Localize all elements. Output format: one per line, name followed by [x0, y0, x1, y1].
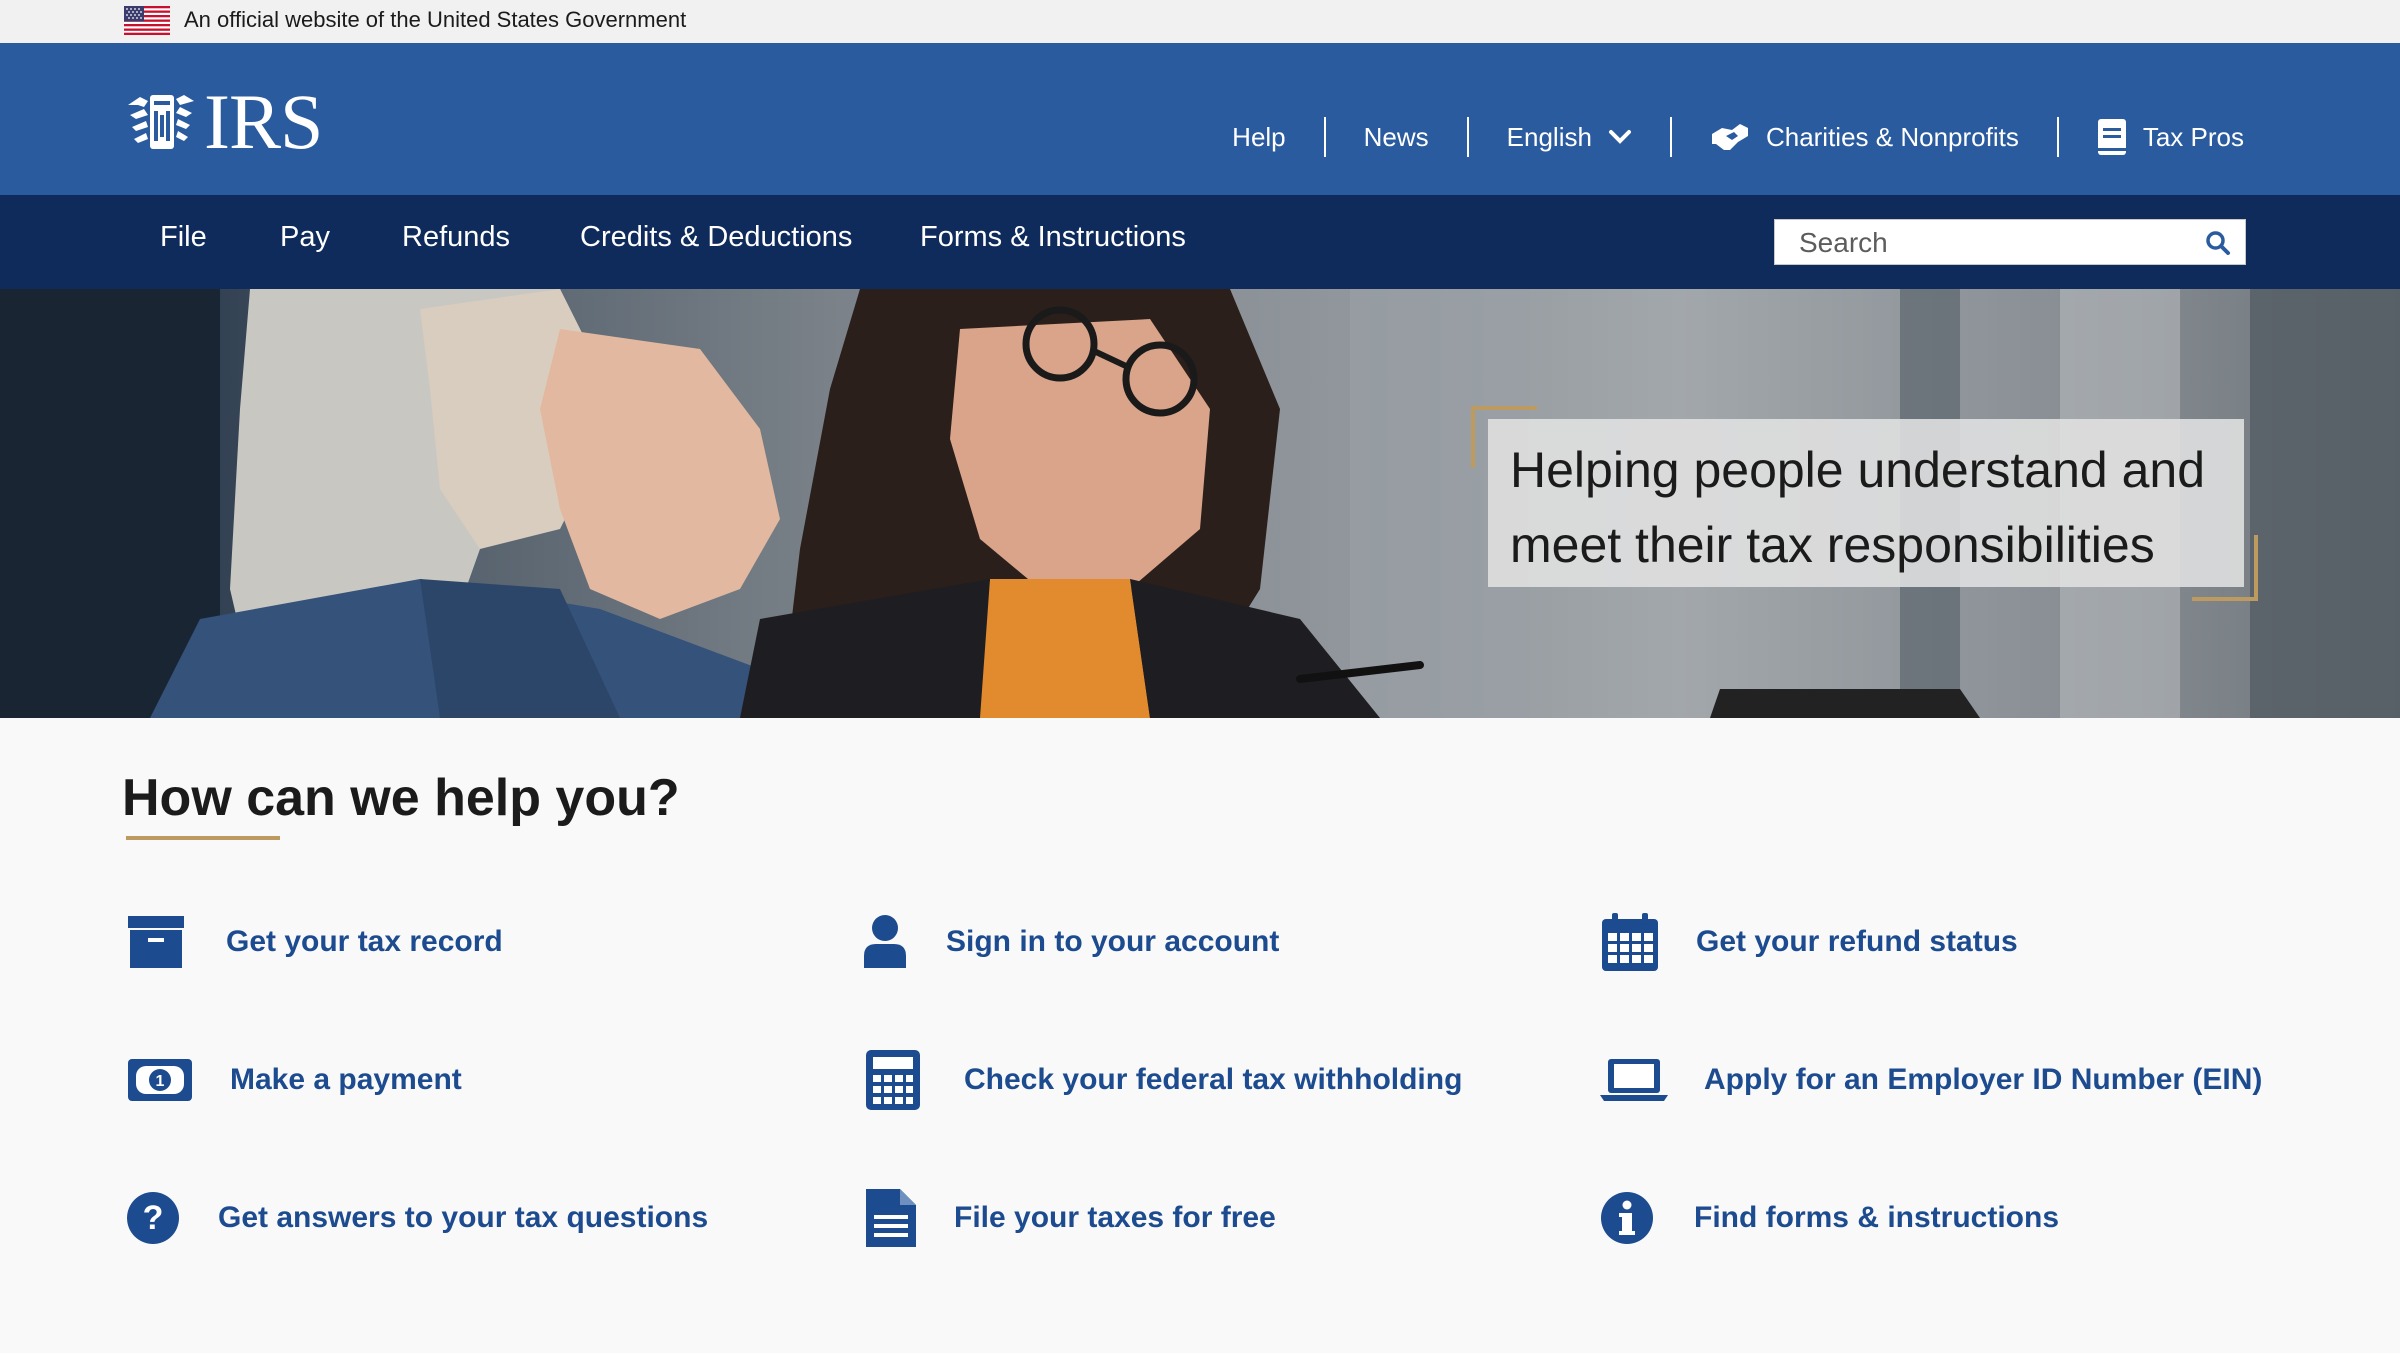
archive-box-icon — [126, 910, 226, 974]
help-heading: How can we help you? — [122, 769, 680, 827]
news-link-label: News — [1363, 121, 1429, 152]
tax-questions-link[interactable]: ? Get answers to your tax questions — [126, 1186, 708, 1250]
tax-questions-label: Get answers to your tax questions — [218, 1201, 709, 1234]
find-forms-link[interactable]: Find forms & instructions — [1600, 1186, 2059, 1250]
help-section: How can we help you? Get your tax record… — [0, 718, 2400, 1353]
nav-file[interactable]: File — [160, 221, 207, 254]
sign-in-account-link[interactable]: Sign in to your account — [862, 910, 1279, 974]
make-payment-link[interactable]: 1 Make a payment — [126, 1048, 462, 1112]
user-icon — [862, 910, 946, 974]
language-dropdown[interactable]: English — [1466, 117, 1670, 157]
utility-nav: Help News English Charities & Nonprofits — [1232, 113, 2244, 161]
site-header: IRS Help News English Charities & Nonpro… — [0, 43, 2400, 195]
tax-withholding-link[interactable]: Check your federal tax withholding — [864, 1048, 1462, 1112]
handshake-icon — [1711, 124, 1748, 150]
svg-text:1: 1 — [156, 1073, 165, 1090]
refund-status-link[interactable]: Get your refund status — [1600, 910, 2018, 974]
help-link-label: Help — [1232, 121, 1286, 152]
search-box — [1774, 219, 2246, 265]
gov-banner-text: An official website of the United States… — [184, 7, 687, 32]
apply-ein-link[interactable]: Apply for an Employer ID Number (EIN) — [1600, 1048, 2262, 1112]
calculator-icon — [864, 1048, 964, 1112]
info-circle-icon — [1600, 1186, 1694, 1250]
nav-credits-deductions[interactable]: Credits & Deductions — [580, 221, 852, 254]
help-link[interactable]: Help — [1232, 117, 1323, 157]
find-forms-label: Find forms & instructions — [1694, 1201, 2060, 1234]
logo-text: IRS — [204, 78, 323, 165]
heading-underline — [126, 836, 280, 840]
document-icon — [864, 1186, 954, 1250]
get-tax-record-label: Get your tax record — [226, 925, 503, 958]
nav-pay[interactable]: Pay — [280, 221, 330, 254]
book-icon — [2097, 119, 2126, 155]
page-bottom-divider — [0, 1353, 2400, 1371]
tax-pros-link[interactable]: Tax Pros — [2056, 117, 2244, 157]
search-input[interactable] — [1797, 226, 2177, 260]
file-free-link[interactable]: File your taxes for free — [864, 1186, 1276, 1250]
question-circle-icon: ? — [126, 1186, 218, 1250]
gov-banner: An official website of the United States… — [0, 0, 2400, 43]
hero-line-2: meet their tax responsibilities — [1510, 517, 2155, 573]
sign-in-account-label: Sign in to your account — [946, 925, 1280, 958]
tax-withholding-label: Check your federal tax withholding — [964, 1063, 1463, 1096]
svg-text:?: ? — [143, 1199, 164, 1237]
hero-line-1: Helping people understand and — [1510, 442, 2205, 498]
file-free-label: File your taxes for free — [954, 1201, 1276, 1234]
nav-refunds[interactable]: Refunds — [402, 221, 510, 254]
calendar-icon — [1600, 910, 1696, 974]
hero-banner: Helping people understand and meet their… — [0, 289, 2400, 718]
charities-link[interactable]: Charities & Nonprofits — [1669, 117, 2057, 157]
news-link[interactable]: News — [1323, 117, 1467, 157]
laptop-icon — [1600, 1048, 1704, 1112]
dollar-bill-icon: 1 — [126, 1048, 230, 1112]
chevron-down-icon — [1608, 130, 1631, 144]
main-nav: File Pay Refunds Credits & Deductions Fo… — [0, 195, 2400, 289]
nav-forms-instructions[interactable]: Forms & Instructions — [920, 221, 1186, 254]
us-flag-icon — [124, 6, 170, 35]
irs-logo[interactable]: IRS — [124, 78, 323, 165]
charities-link-label: Charities & Nonprofits — [1765, 121, 2019, 152]
get-tax-record-link[interactable]: Get your tax record — [126, 910, 503, 974]
hero-callout: Helping people understand and meet their… — [1488, 419, 2244, 587]
tax-pros-link-label: Tax Pros — [2142, 121, 2244, 152]
eagle-logo-icon — [128, 95, 194, 149]
make-payment-label: Make a payment — [230, 1063, 462, 1096]
language-label: English — [1506, 121, 1592, 152]
refund-status-label: Get your refund status — [1696, 925, 2018, 958]
apply-ein-label: Apply for an Employer ID Number (EIN) — [1704, 1063, 2263, 1096]
search-icon[interactable] — [2205, 230, 2231, 256]
